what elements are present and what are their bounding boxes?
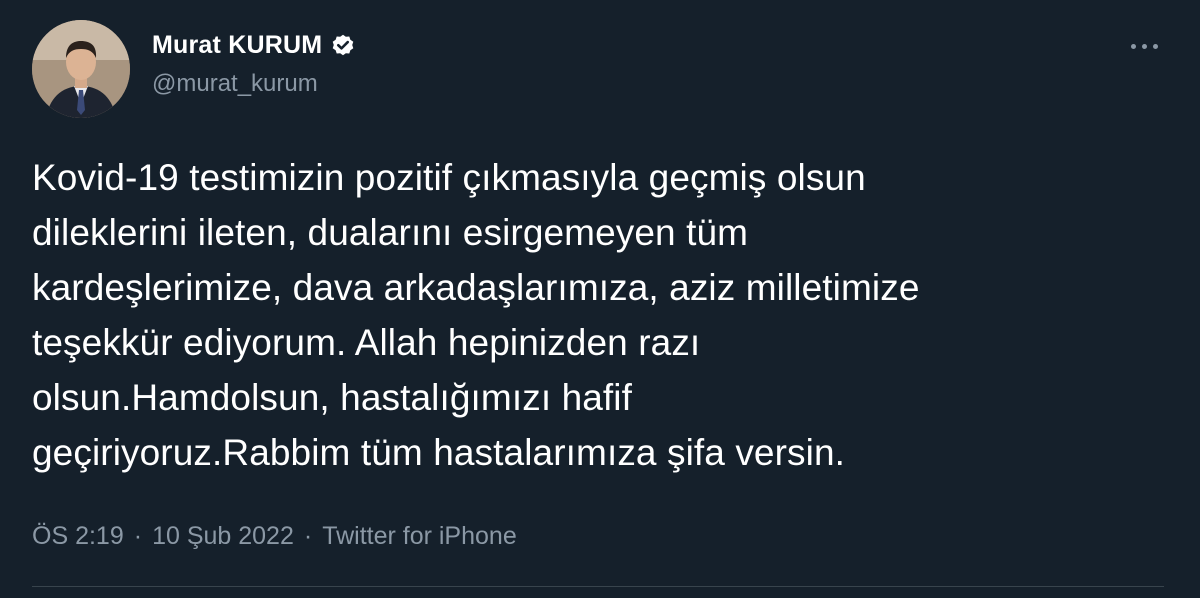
author-handle[interactable]: @murat_kurum [152, 70, 318, 98]
meta-separator: · [133, 521, 143, 550]
tweet-source[interactable]: Twitter for iPhone [322, 522, 517, 551]
tweet-text: Kovid-19 testimizin pozitif çıkmasıyla g… [32, 157, 920, 473]
tweet-date[interactable]: 10 Şub 2022 [152, 522, 294, 551]
tweet-time[interactable]: ÖS 2:19 [32, 522, 124, 551]
meta-separator: · [303, 521, 313, 550]
divider [32, 586, 1164, 587]
author-display-name[interactable]: Murat KURUM [152, 31, 322, 60]
avatar-image [32, 20, 130, 118]
more-options-icon[interactable] [1122, 32, 1166, 60]
tweet-metadata: ÖS 2:19 · 10 Şub 2022 · Twitter for iPho… [32, 518, 517, 554]
tweet-card: Murat KURUM @murat_kurum Kovid-19 testim… [0, 0, 1200, 598]
author-name-row: Murat KURUM [152, 28, 356, 62]
avatar[interactable] [32, 20, 130, 118]
verified-badge-icon [330, 32, 356, 58]
